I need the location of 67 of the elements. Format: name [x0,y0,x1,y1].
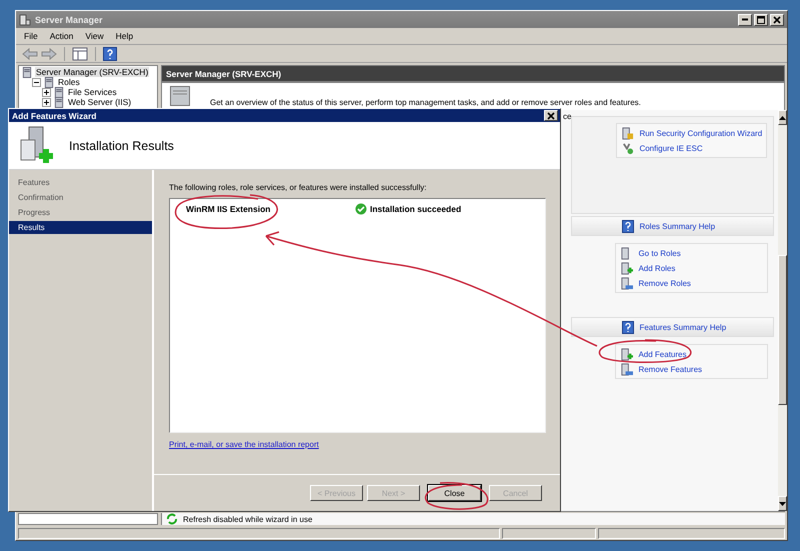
wizard-step[interactable]: Progress [9,206,152,219]
server-icon [620,262,634,274]
window-title: Server Manager [35,14,103,24]
help-icon[interactable] [103,46,117,60]
dialog-title: Add Features Wizard [12,110,96,120]
tree-item[interactable]: Roles [57,77,81,87]
task-link[interactable]: Add Features [638,350,686,358]
refresh-icon [165,513,179,525]
server-icon [620,348,634,360]
server-icon [620,276,634,290]
tree-item[interactable]: Server Manager (SRV-EXCH) [35,67,150,77]
minimize-icon [742,18,748,21]
wizard-step[interactable]: Features [9,176,152,189]
wizard-step[interactable]: Results [9,221,152,234]
scroll-down-button[interactable] [778,496,788,511]
intro-text: The following roles, role services, or features were installed successfully: [169,183,428,192]
checkmark-icon [355,203,367,215]
maximize-button[interactable] [754,14,768,26]
task-link[interactable]: Run Security Configuration Wizard [639,128,762,138]
console-tree-icon[interactable] [72,46,88,60]
feature-name: WinRM IIS Extension [186,204,272,214]
menu-item[interactable]: Action [50,31,74,41]
wizard-step[interactable]: Confirmation [9,191,152,204]
server-icon [22,66,32,78]
task-link[interactable]: Go to Roles [638,248,681,258]
expand-icon[interactable] [42,98,51,106]
lock-server-icon [621,126,634,140]
help-icon[interactable] [622,220,634,232]
close-icon [547,112,555,120]
menu-item[interactable]: Help [116,31,134,41]
server-icon [170,86,190,106]
help-link[interactable]: Features Summary Help [639,322,726,332]
wizard-button[interactable]: Close [428,485,481,501]
maximize-icon [757,16,765,24]
menu-item[interactable]: View [85,31,104,41]
task-link[interactable]: Configure IE ESC [639,144,703,152]
app-icon [19,14,31,26]
partial-text: ce [563,112,572,122]
task-link[interactable]: Remove Features [638,364,702,374]
server-add-icon [19,126,55,166]
task-link[interactable]: Remove Roles [638,278,691,288]
scrollbar[interactable] [778,110,788,511]
up-arrow-icon [779,116,786,120]
help-link[interactable]: Roles Summary Help [639,222,716,230]
scroll-up-button[interactable] [778,110,788,125]
down-arrow-icon [779,502,786,506]
minimize-button[interactable] [738,14,752,26]
tree-item[interactable]: Web Server (IIS) [67,97,132,107]
collapse-icon[interactable] [32,78,41,86]
server-icon [44,76,54,88]
report-link[interactable]: Print, e-mail, or save the installation report [169,440,319,449]
scroll-thumb[interactable] [778,255,788,405]
server-icon [620,362,634,376]
close-button[interactable] [544,110,558,121]
overview-text: Get an overview of the status of this server, perform top management tasks, and add or remove server roles and features. [210,98,641,107]
close-button[interactable] [770,14,784,26]
tree-item[interactable]: File Services [67,87,118,97]
menu-item[interactable]: File [24,31,38,41]
status-text: Refresh disabled while wizard in use [183,514,312,524]
expand-icon[interactable] [42,88,51,96]
page-heading: Installation Results [69,138,174,152]
pane-header: Server Manager (SRV-EXCH) [162,66,784,83]
task-link[interactable]: Add Roles [638,264,676,272]
help-icon[interactable] [622,320,634,334]
result-status: Installation succeeded [370,204,462,214]
server-icon [54,86,64,98]
close-icon [773,16,781,24]
